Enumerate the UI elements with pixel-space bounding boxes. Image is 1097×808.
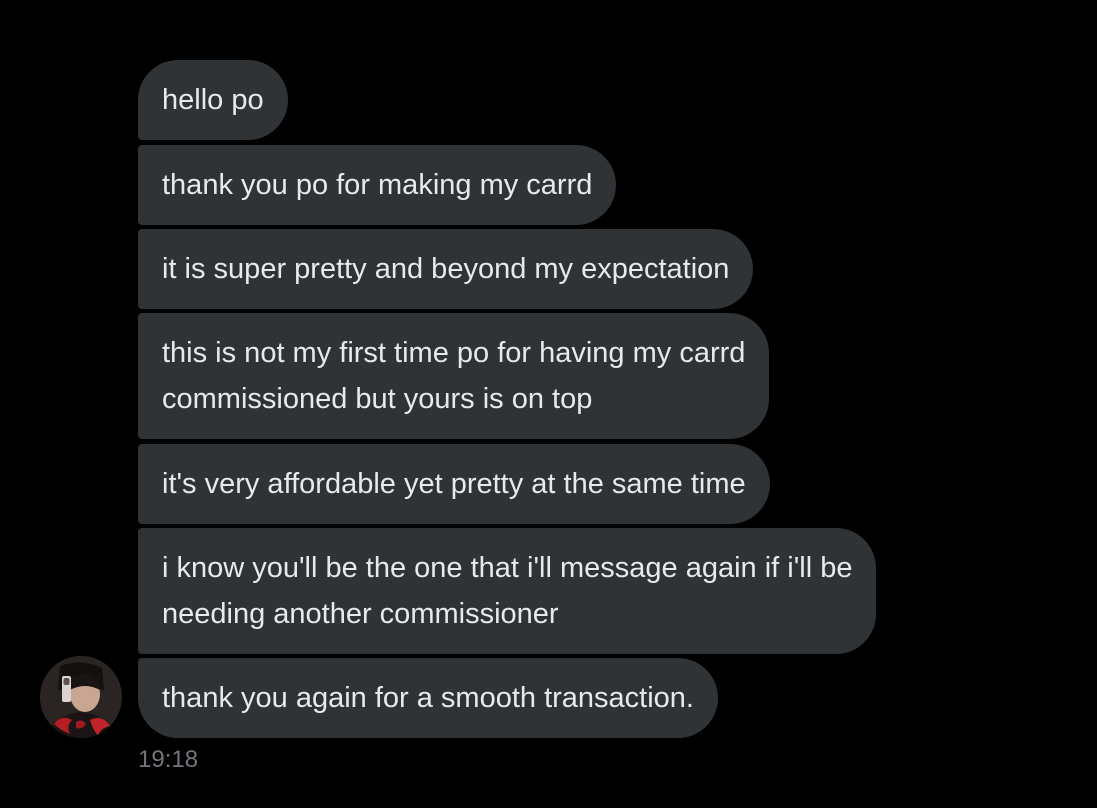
message-bubble[interactable]: thank you po for making my carrd	[138, 145, 617, 225]
message-bubble[interactable]: this is not my first time po for having …	[138, 313, 770, 439]
message-bubble[interactable]: hello po	[138, 60, 288, 140]
user-avatar-icon[interactable]	[40, 656, 122, 738]
message-thread: hello po thank you po for making my carr…	[0, 0, 1097, 808]
avatar-image	[40, 656, 122, 738]
message-bubble[interactable]: thank you again for a smooth transaction…	[138, 658, 718, 738]
message-timestamp: 19:18	[138, 746, 199, 773]
message-bubble[interactable]: it's very affordable yet pretty at the s…	[138, 444, 770, 524]
message-bubble[interactable]: i know you'll be the one that i'll messa…	[138, 528, 877, 654]
message-bubble[interactable]: it is super pretty and beyond my expecta…	[138, 229, 754, 309]
